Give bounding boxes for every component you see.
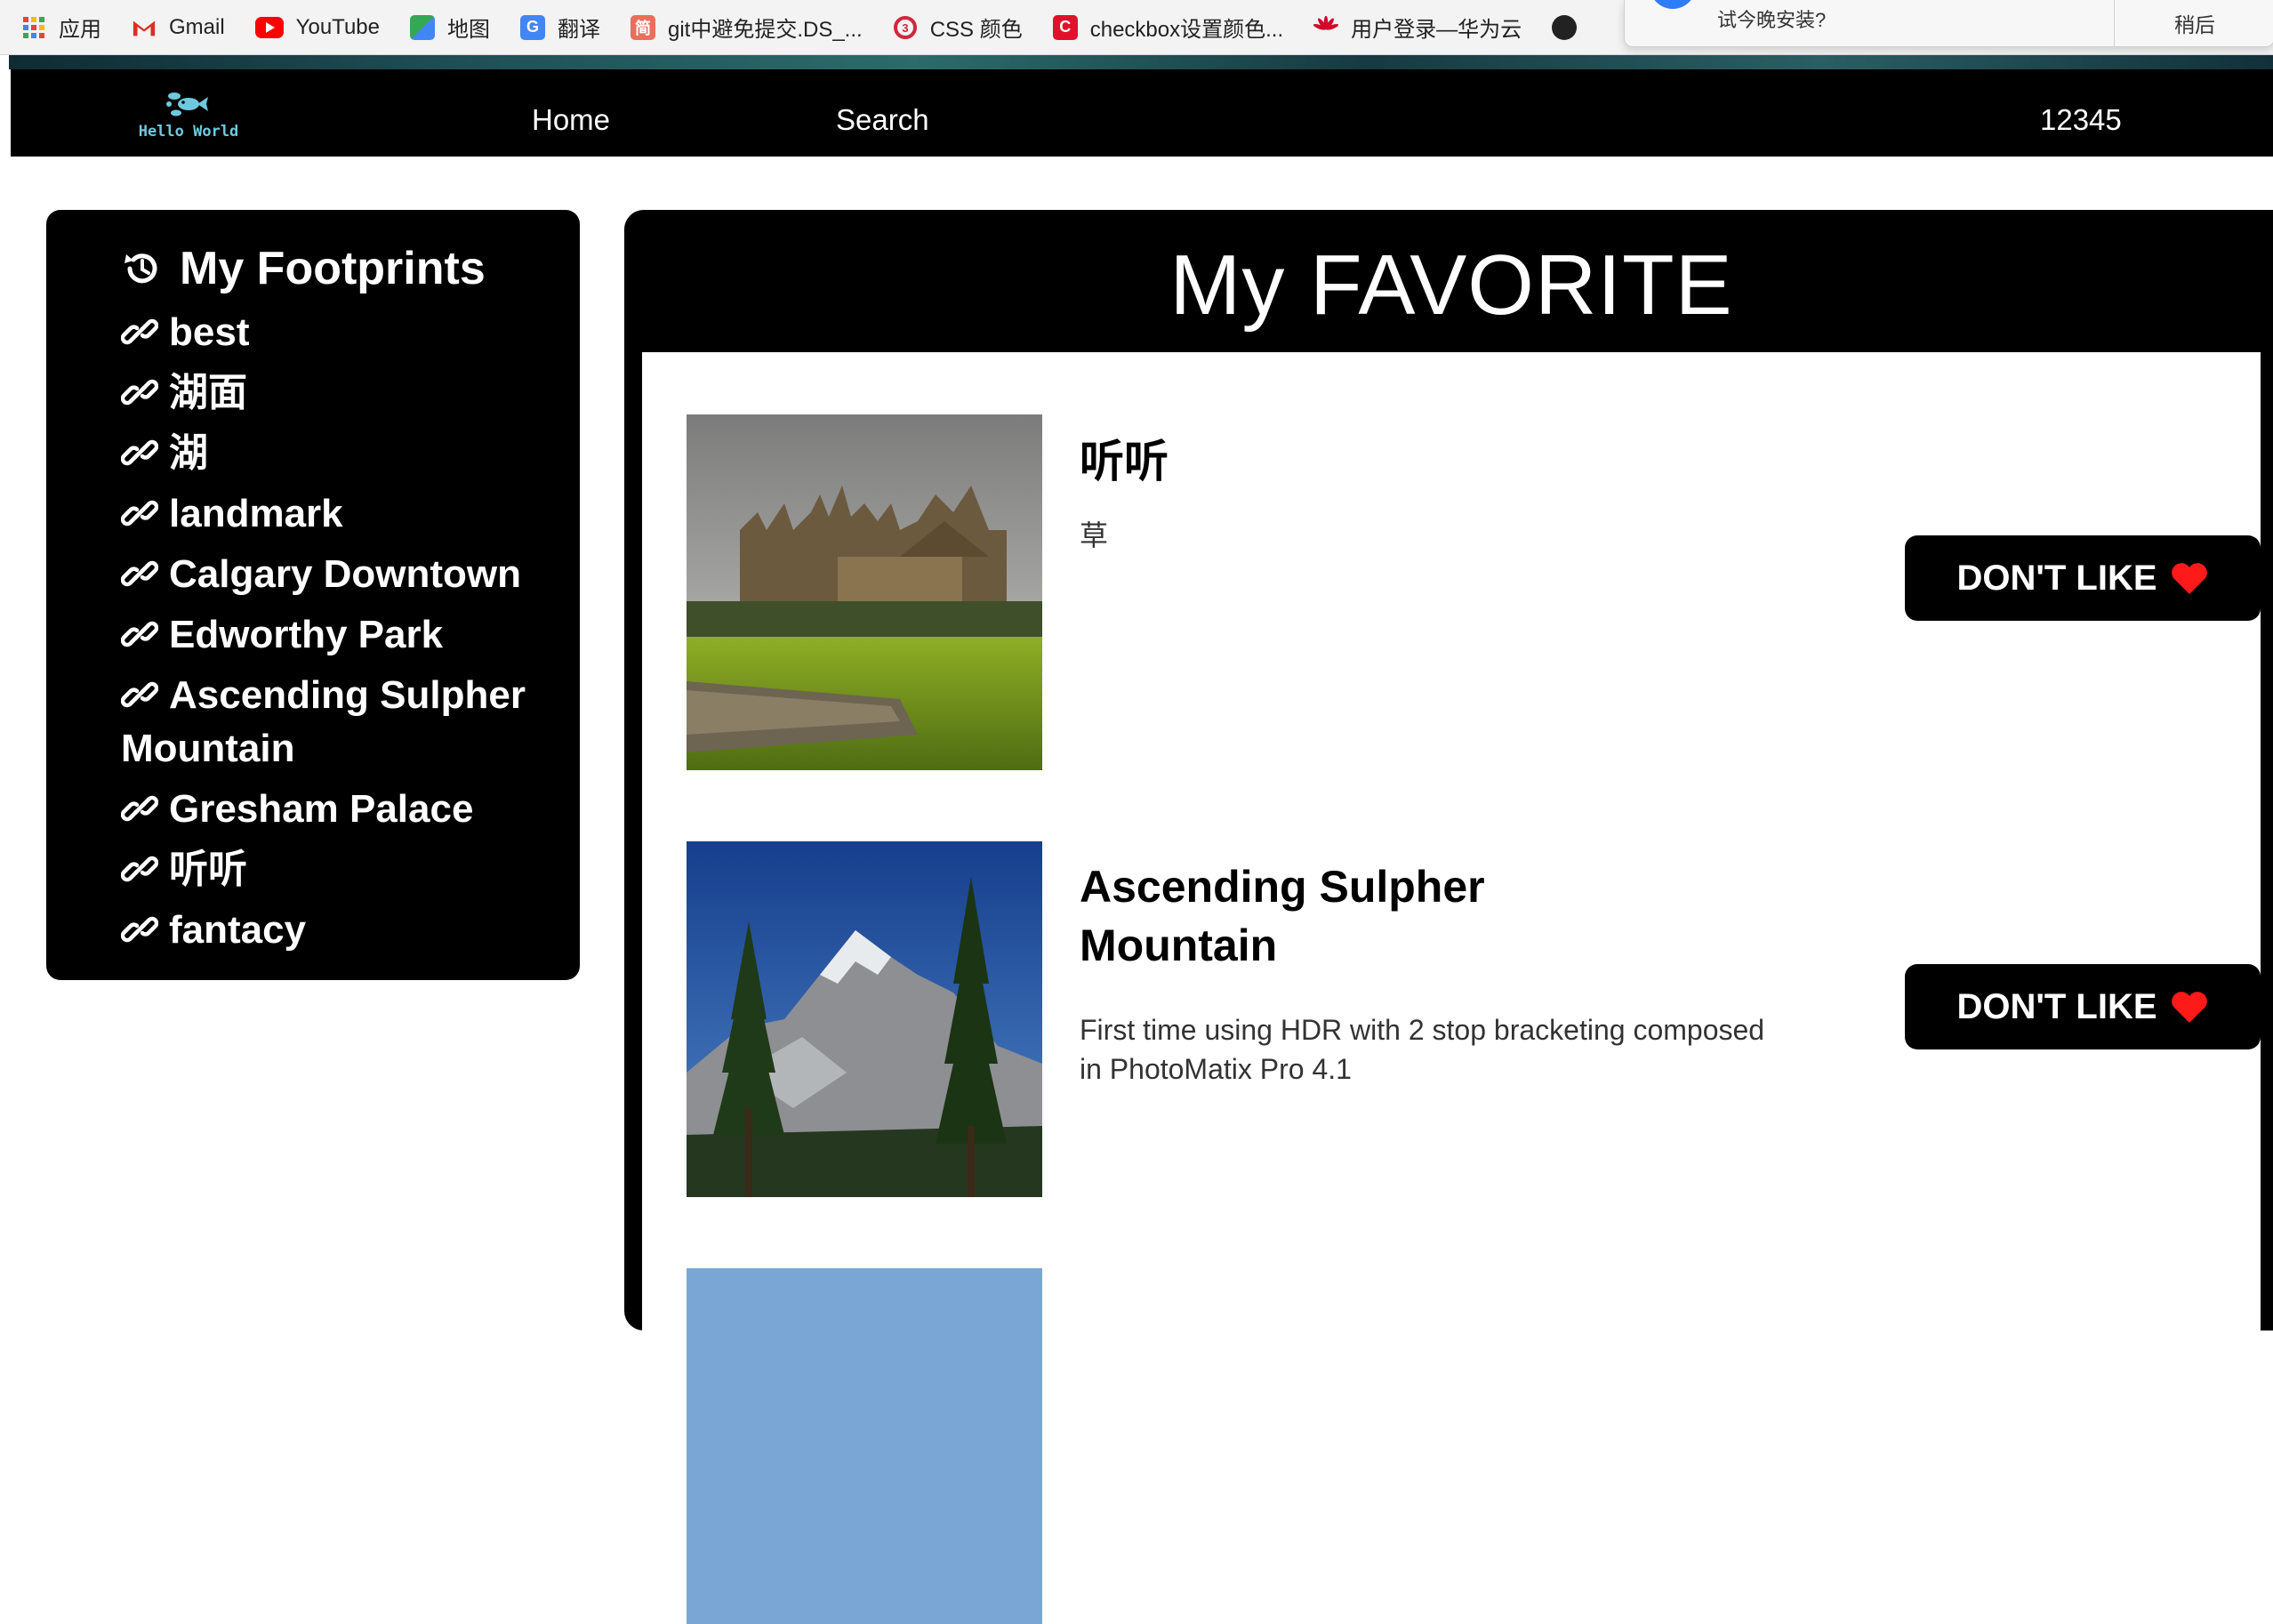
translate-icon: G (519, 14, 545, 40)
youtube-icon (254, 16, 284, 38)
bookmark-label: CSS 颜色 (929, 18, 1023, 42)
favorite-description: First time using HDR with 2 stop bracket… (1080, 1014, 1765, 1085)
later-button[interactable]: 稍后 (2114, 0, 2273, 46)
footprint-item[interactable]: Edworthy Park (121, 608, 566, 662)
bookmark-css-colors[interactable]: 3 CSS 颜色 (893, 12, 1023, 43)
link-icon (121, 795, 158, 822)
link-icon (121, 439, 158, 466)
dont-like-button[interactable]: DON'T LIKE (1905, 964, 2261, 1049)
footprint-label: landmark (169, 492, 343, 535)
bookmark-gmail[interactable]: Gmail (132, 15, 225, 40)
link-icon (121, 621, 158, 647)
footprint-label: 听听 (169, 848, 247, 891)
dont-like-label: DON'T LIKE (1956, 558, 2157, 598)
bookmark-label: git中避免提交.DS_... (667, 18, 863, 42)
footprint-item[interactable]: landmark (121, 487, 566, 541)
favorite-name: 听听 (1080, 437, 1169, 486)
footprint-label: Calgary Downtown (169, 552, 522, 596)
jianshu-icon: 简 (630, 14, 655, 40)
apps-grid-icon (21, 15, 46, 40)
fish-logo-icon (166, 92, 208, 117)
nav-search-link[interactable]: Search (836, 103, 929, 137)
bookmark-csdn[interactable]: C checkbox设置颜色... (1052, 12, 1284, 43)
bookmark-label: 地图 (446, 18, 490, 42)
heart-icon (2171, 992, 2207, 1023)
link-icon (121, 318, 158, 345)
logo-text: Hello World (138, 123, 239, 141)
bookmark-maps[interactable]: 地图 (409, 12, 490, 43)
github-icon (1552, 14, 1578, 40)
dont-like-label: DON'T LIKE (1956, 986, 2157, 1026)
footprint-label: Ascending Sulpher Mountain (121, 673, 526, 770)
footprints-sidebar: My Footprints best 湖面 湖 landmark Calgary… (46, 210, 580, 980)
favorites-title: My FAVORITE (1169, 237, 1733, 333)
favorite-thumbnail[interactable] (687, 1268, 1042, 1624)
footprints-title-text: My Footprints (180, 243, 486, 294)
link-icon (121, 856, 158, 882)
huawei-icon (1313, 15, 1339, 40)
bookmark-label: 用户登录—华为云 (1351, 18, 1522, 42)
favorite-item: Ascending Sulpher Mountain First time us… (687, 841, 2261, 1197)
footprint-item[interactable]: Ascending Sulpher Mountain (121, 669, 566, 776)
footprint-item[interactable]: best (121, 306, 566, 359)
bookmark-apps[interactable]: 应用 (21, 12, 101, 43)
footprint-label: best (169, 310, 250, 354)
footprint-item[interactable]: 湖面 (121, 366, 566, 420)
link-icon (121, 916, 158, 943)
heart-icon (2171, 563, 2207, 594)
maps-icon (409, 14, 435, 40)
footprints-list: best 湖面 湖 landmark Calgary Downtown Edwo… (121, 306, 566, 964)
bookmark-label: YouTube (295, 14, 380, 39)
csdn-icon: C (1052, 14, 1078, 40)
footprints-heading: My Footprints (121, 242, 486, 295)
footprint-item[interactable]: 听听 (121, 843, 566, 896)
bookmark-label: 应用 (59, 18, 101, 42)
favorite-item: 听听 草 DON'T LIKE (687, 414, 2261, 770)
svg-text:3: 3 (902, 21, 908, 35)
favorite-thumbnail[interactable] (687, 841, 1042, 1197)
bookmark-github[interactable] (1552, 14, 1589, 40)
bookmark-translate[interactable]: G 翻译 (519, 12, 600, 43)
footprint-item[interactable]: Calgary Downtown (121, 548, 566, 601)
footprint-label: Edworthy Park (169, 613, 444, 656)
bookmark-jianshu[interactable]: 简 git中避免提交.DS_... (630, 12, 863, 43)
footprint-label: 湖面 (169, 371, 247, 414)
update-icon (1650, 0, 1696, 9)
install-popup-text: 试今晚安装? (1717, 9, 1827, 31)
nav-home-link[interactable]: Home (532, 103, 610, 137)
nav-user-link[interactable]: 12345 (2040, 103, 2122, 137)
favorites-panel: My FAVORITE 听听 草 DON'T LIKE Ascending Su… (624, 210, 2273, 1624)
link-icon (121, 379, 158, 406)
footprint-item[interactable]: 湖 (121, 427, 566, 480)
bookmark-huawei[interactable]: 用户登录—华为云 (1313, 12, 1522, 43)
footprint-item[interactable]: fantacy (121, 904, 566, 957)
favorites-list: 听听 草 DON'T LIKE Ascending Sulpher Mounta… (642, 352, 2261, 1624)
favorite-thumbnail[interactable] (687, 414, 1042, 770)
bookmark-label: Gmail (169, 14, 225, 39)
favorite-description: 草 (1080, 519, 1109, 551)
link-icon (121, 500, 158, 527)
bookmark-label: 翻译 (557, 18, 600, 42)
w3school-icon: 3 (893, 15, 918, 40)
footprint-label: 湖 (169, 431, 208, 475)
bookmark-youtube[interactable]: YouTube (254, 14, 380, 40)
header-banner-image (9, 55, 2273, 69)
install-update-popup: 试今晚安装? 稍后 (1624, 0, 2273, 47)
favorite-item (687, 1268, 2261, 1624)
bookmark-label: checkbox设置颜色... (1089, 18, 1284, 42)
history-icon (124, 253, 157, 284)
link-icon (121, 560, 158, 587)
dont-like-button[interactable]: DON'T LIKE (1905, 535, 2261, 621)
site-logo[interactable]: Hello World (126, 89, 251, 144)
gmail-icon (132, 15, 157, 40)
footprint-label: fantacy (169, 908, 307, 952)
footprint-item[interactable]: Gresham Palace (121, 783, 566, 836)
navbar: Hello World Home Search 12345 (11, 69, 2273, 157)
link-icon (121, 681, 158, 708)
favorite-name: Ascending Sulpher Mountain (1080, 862, 1485, 970)
footprint-label: Gresham Palace (169, 787, 474, 831)
